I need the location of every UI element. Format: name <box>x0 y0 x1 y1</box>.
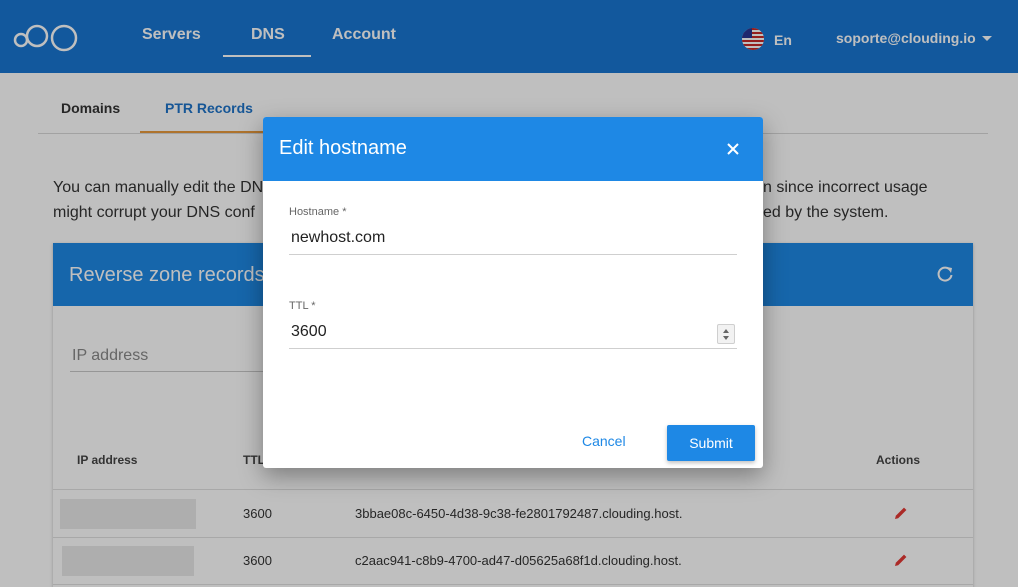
cancel-button[interactable]: Cancel <box>582 433 626 449</box>
ttl-underline <box>289 348 737 349</box>
dialog-title: Edit hostname <box>279 137 407 159</box>
close-icon[interactable] <box>725 141 741 157</box>
dialog-header: Edit hostname <box>263 117 763 181</box>
hostname-underline <box>289 254 737 255</box>
ttl-input[interactable] <box>291 323 691 341</box>
hostname-input[interactable] <box>291 229 711 247</box>
ttl-label: TTL * <box>289 300 316 312</box>
submit-button[interactable]: Submit <box>667 425 755 461</box>
spinner-down-icon[interactable] <box>723 336 729 340</box>
edit-hostname-dialog: Edit hostname Hostname * TTL * Cancel Su… <box>263 117 763 468</box>
hostname-label: Hostname * <box>289 206 347 218</box>
spinner-up-icon[interactable] <box>723 329 729 333</box>
ttl-spinner[interactable] <box>717 324 735 344</box>
